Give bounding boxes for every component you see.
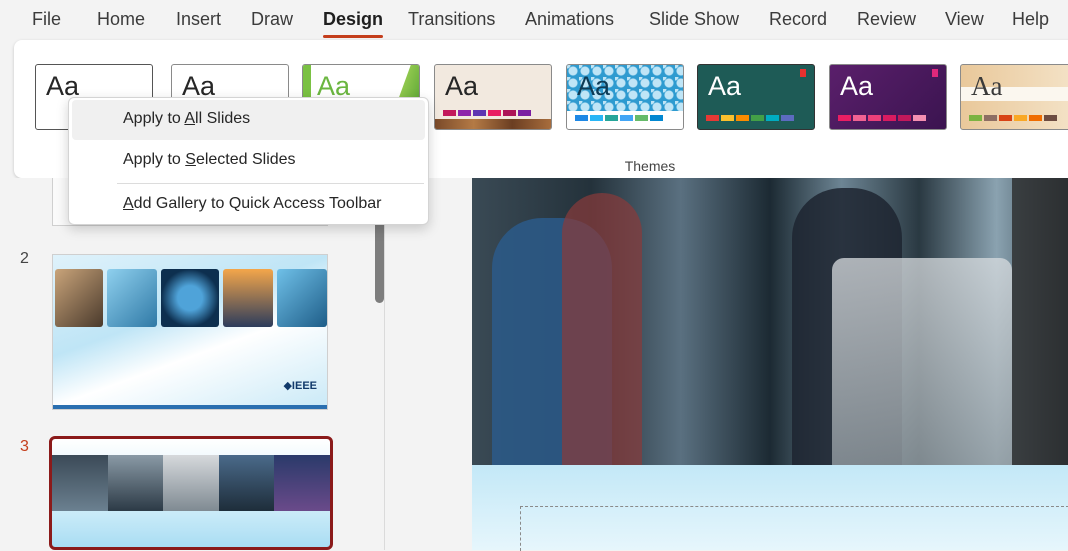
current-slide[interactable] bbox=[472, 178, 1068, 550]
photo-figure bbox=[562, 193, 642, 465]
theme-context-menu: Apply to All Slides Apply to Selected Sl… bbox=[68, 97, 429, 225]
theme-tan[interactable]: Aa bbox=[960, 64, 1068, 130]
theme-wood[interactable]: Aa bbox=[434, 64, 552, 130]
theme-decoration bbox=[932, 69, 938, 77]
theme-color-swatches bbox=[706, 115, 794, 121]
tab-transitions[interactable]: Transitions bbox=[408, 9, 495, 30]
theme-color-swatches bbox=[969, 115, 1057, 121]
menu-bar: File Home Insert Draw Design Transitions… bbox=[0, 0, 1068, 40]
text-placeholder[interactable] bbox=[520, 506, 1068, 551]
thumbnail-photo-strip bbox=[52, 455, 330, 511]
theme-preview-text: Aa bbox=[577, 71, 611, 101]
slide-thumbnail-3[interactable] bbox=[49, 436, 333, 550]
theme-preview-text: Aa bbox=[708, 71, 742, 101]
tab-insert[interactable]: Insert bbox=[176, 9, 221, 30]
theme-purple[interactable]: Aa bbox=[829, 64, 947, 130]
apply-to-all-slides[interactable]: Apply to All Slides bbox=[72, 100, 425, 140]
tab-animations[interactable]: Animations bbox=[525, 9, 614, 30]
menu-item-label: Add Gallery to Quick Access Toolbar bbox=[123, 195, 382, 212]
apply-to-selected-slides[interactable]: Apply to Selected Slides bbox=[72, 141, 425, 181]
thumbnail-footer-bar bbox=[53, 405, 327, 409]
theme-color-swatches bbox=[838, 115, 926, 121]
theme-preview-text: Aa bbox=[445, 71, 479, 101]
tab-file[interactable]: File bbox=[32, 9, 61, 30]
theme-preview-text: Aa bbox=[840, 71, 874, 101]
theme-preview-text: Aa bbox=[971, 71, 1003, 101]
tab-design[interactable]: Design bbox=[323, 9, 384, 38]
tab-help[interactable]: Help bbox=[1012, 9, 1049, 30]
slide-number-active: 3 bbox=[20, 438, 29, 455]
themes-group-label: Themes bbox=[624, 158, 676, 174]
theme-pattern-blue[interactable]: Aa bbox=[566, 64, 684, 130]
menu-item-label: Apply to All Slides bbox=[123, 110, 251, 127]
menu-item-label: Apply to Selected Slides bbox=[123, 151, 296, 168]
tab-review[interactable]: Review bbox=[857, 9, 916, 30]
thumbnail-photo-strip bbox=[53, 269, 327, 331]
slide-number: 2 bbox=[20, 250, 29, 267]
slide-thumbnail-2[interactable]: ◆IEEE bbox=[52, 254, 328, 410]
photo-robot-arm bbox=[832, 258, 1012, 465]
theme-color-swatches bbox=[575, 115, 663, 121]
theme-color-swatches bbox=[443, 110, 531, 116]
slide-thumbnail-pane: 2 ◆IEEE 3 bbox=[14, 178, 384, 550]
tab-draw[interactable]: Draw bbox=[251, 9, 293, 30]
theme-decoration bbox=[435, 119, 551, 129]
tab-slide-show[interactable]: Slide Show bbox=[649, 9, 739, 30]
theme-teal[interactable]: Aa bbox=[697, 64, 815, 130]
theme-decoration bbox=[800, 69, 806, 77]
tab-record[interactable]: Record bbox=[769, 9, 827, 30]
photo-figure bbox=[1012, 178, 1068, 465]
slide-photo[interactable] bbox=[472, 178, 1068, 465]
menu-separator bbox=[117, 183, 424, 184]
ieee-logo: ◆IEEE bbox=[283, 380, 317, 392]
tab-home[interactable]: Home bbox=[97, 9, 145, 30]
tab-view[interactable]: View bbox=[945, 9, 984, 30]
add-gallery-to-quick-access-toolbar[interactable]: Add Gallery to Quick Access Toolbar bbox=[72, 185, 425, 225]
